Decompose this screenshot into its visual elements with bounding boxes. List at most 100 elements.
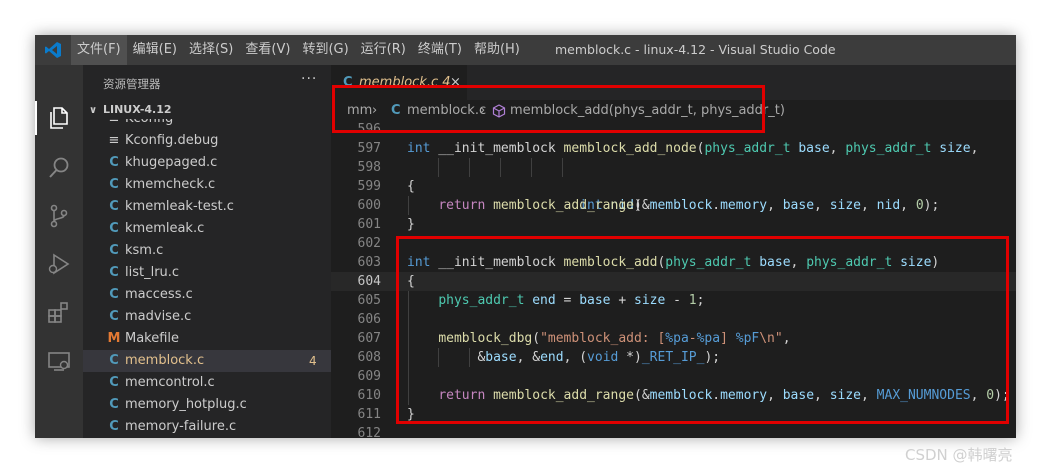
c-file-icon: C (109, 221, 119, 236)
remote-explorer-icon[interactable] (46, 348, 72, 374)
activity-bar (35, 65, 83, 438)
file-name: khugepaged.c (125, 155, 218, 170)
file-name: list_lru.c (125, 265, 180, 280)
explorer-icon[interactable] (46, 105, 72, 131)
file-name: madvise.c (125, 309, 192, 324)
code-line: 612 (331, 424, 1016, 438)
makefile-icon: M (107, 331, 121, 346)
line-number: 598 (357, 160, 381, 175)
c-file-icon: C (109, 177, 119, 192)
file-name: kmemleak.c (125, 221, 205, 236)
active-indicator (35, 101, 37, 135)
list-item[interactable]: M Makefile (83, 328, 331, 350)
workspace-name: LINUX-4.12 (103, 103, 172, 116)
line-number: 599 (357, 179, 381, 194)
c-file-icon: C (109, 155, 119, 170)
list-item[interactable]: ≡ Kconfig (83, 119, 331, 130)
list-item[interactable]: Ckmemcheck.c (83, 174, 331, 196)
list-item[interactable]: Cmemory_hotplug.c (83, 394, 331, 416)
line-number: 600 (357, 198, 381, 213)
file-lines-icon: ≡ (107, 119, 121, 130)
menu-file[interactable]: 文件(F) (71, 35, 127, 65)
file-name: memory-failure.c (125, 419, 237, 434)
c-file-icon: C (109, 287, 119, 302)
code-text: return memblock_add_range(&memblock.memo… (438, 198, 940, 213)
list-item[interactable]: ≡ Kconfig.debug (83, 130, 331, 152)
line-number: 607 (357, 331, 381, 346)
file-name: maccess.c (125, 287, 193, 302)
c-file-icon: C (109, 199, 119, 214)
file-name: ksm.c (125, 243, 164, 258)
line-number: 612 (357, 426, 381, 438)
file-name: Makefile (125, 331, 180, 346)
c-file-icon: C (109, 265, 119, 280)
line-number: 597 (357, 141, 381, 156)
window-title: memblock.c - linux-4.12 - Visual Studio … (555, 42, 836, 57)
line-number: 603 (357, 255, 381, 270)
title-bar: 文件(F) 编辑(E) 选择(S) 查看(V) 转到(G) 运行(R) 终端(T… (35, 35, 1016, 65)
file-name: kmemleak-test.c (125, 199, 234, 214)
more-actions-icon[interactable]: ··· (301, 71, 317, 87)
list-item[interactable]: Ckhugepaged.c (83, 152, 331, 174)
list-item[interactable]: Cmaccess.c (83, 284, 331, 306)
line-number: 610 (357, 388, 381, 403)
extensions-icon[interactable] (46, 299, 72, 325)
code-line: 597 int __init_memblock memblock_add_node… (331, 139, 1016, 158)
list-item[interactable]: Clist_lru.c (83, 262, 331, 284)
problems-badge: 4 (309, 354, 317, 368)
watermark: CSDN @韩曙亮 (905, 446, 1013, 464)
line-number: 608 (357, 350, 381, 365)
list-item[interactable]: Cmemory-failure.c (83, 416, 331, 438)
line-number: 602 (357, 236, 381, 251)
line-number: 609 (357, 369, 381, 384)
chevron-down-icon: ∨ (89, 105, 98, 116)
sidebar-title: 资源管理器 (103, 77, 161, 91)
menu-help[interactable]: 帮助(H) (468, 35, 526, 65)
list-item[interactable]: Cmemcontrol.c (83, 372, 331, 394)
code-text: } (407, 217, 415, 232)
menu-bar: 文件(F) 编辑(E) 选择(S) 查看(V) 转到(G) 运行(R) 终端(T… (71, 35, 526, 65)
code-text: { (407, 179, 415, 194)
annotation-box-function (396, 236, 1009, 424)
file-name: kmemcheck.c (125, 177, 216, 192)
source-control-icon[interactable] (46, 203, 72, 229)
menu-terminal[interactable]: 终端(T) (412, 35, 468, 65)
c-file-icon: C (109, 243, 119, 258)
menu-selection[interactable]: 选择(S) (183, 35, 239, 65)
annotation-box-breadcrumb (332, 85, 765, 133)
file-name: memory_hotplug.c (125, 397, 247, 412)
line-number: 604 (357, 274, 381, 289)
code-line: 599 { (331, 177, 1016, 196)
code-line: 598 int nid) (331, 158, 1016, 213)
file-tree: ≡ Kconfig ≡ Kconfig.debug Ckhugepaged.c Ck… (83, 119, 331, 438)
c-file-icon: C (109, 397, 119, 412)
list-item[interactable]: Ckmemleak-test.c (83, 196, 331, 218)
menu-edit[interactable]: 编辑(E) (127, 35, 183, 65)
workspace-section-header[interactable]: ∨ LINUX-4.12 (89, 103, 172, 116)
file-name: memblock.c (125, 353, 205, 368)
file-lines-icon: ≡ (108, 133, 120, 148)
run-debug-icon[interactable] (46, 251, 72, 277)
c-file-icon: C (109, 353, 119, 368)
c-file-icon: C (109, 309, 119, 324)
file-name: Kconfig.debug (125, 133, 219, 148)
list-item[interactable]: Cksm.c (83, 240, 331, 262)
list-item[interactable]: Ckmemleak.c (83, 218, 331, 240)
search-icon[interactable] (46, 155, 72, 181)
menu-view[interactable]: 查看(V) (239, 35, 296, 65)
vscode-logo-icon (45, 42, 61, 58)
list-item-selected[interactable]: Cmemblock.c 4 (83, 350, 331, 372)
code-line: 600 return memblock_add_range(&memblock.… (331, 196, 1016, 215)
line-number: 611 (357, 407, 381, 422)
explorer-sidebar: 资源管理器 ··· ∨ LINUX-4.12 ≡ Kconfig ≡ Kconfig.… (83, 65, 331, 438)
file-name: memcontrol.c (125, 375, 215, 390)
c-file-icon: C (109, 419, 119, 434)
code-text: int __init_memblock memblock_add_node(ph… (407, 141, 979, 156)
list-item[interactable]: Cmadvise.c (83, 306, 331, 328)
menu-run[interactable]: 运行(R) (355, 35, 412, 65)
file-name: Kconfig (125, 119, 173, 130)
code-line: 601} (331, 215, 1016, 234)
line-number: 605 (357, 293, 381, 308)
line-number: 601 (357, 217, 381, 232)
menu-go[interactable]: 转到(G) (296, 35, 354, 65)
